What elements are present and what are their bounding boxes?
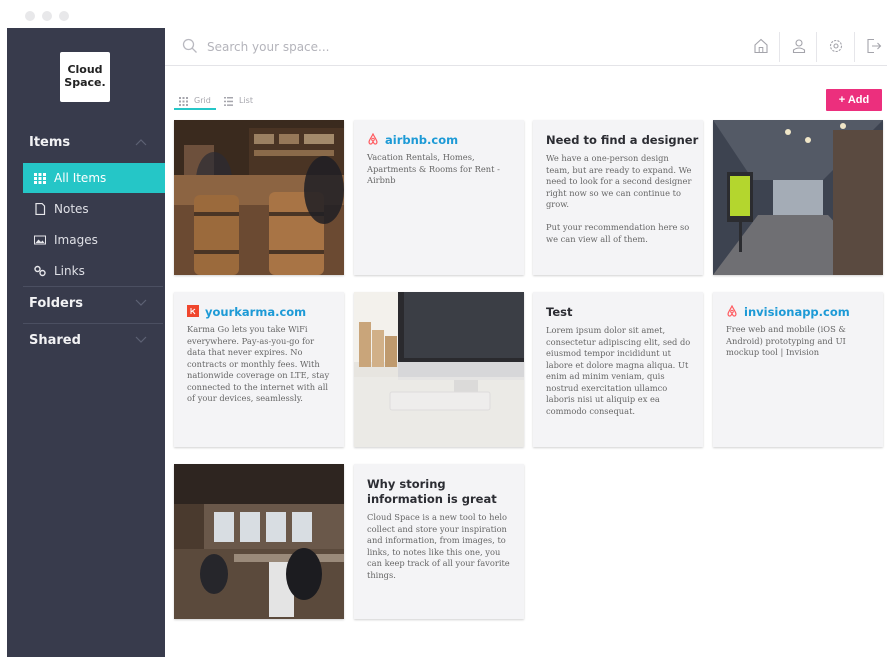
logo-line-2: Space. bbox=[64, 76, 106, 89]
settings-button[interactable] bbox=[817, 28, 855, 66]
note-icon bbox=[35, 203, 46, 215]
imac-desk-photo bbox=[354, 292, 524, 447]
sidebar-item-notes[interactable]: Notes bbox=[23, 194, 165, 224]
note-body: We have a one-person design team, but ar… bbox=[546, 153, 692, 244]
sidebar-item-label: All Items bbox=[54, 171, 107, 185]
list-view-toggle[interactable]: List bbox=[224, 94, 264, 110]
link-title[interactable]: invisionapp.com bbox=[744, 305, 850, 319]
image-card[interactable] bbox=[713, 120, 883, 275]
chevron-down-icon bbox=[135, 299, 147, 306]
sidebar-item-label: Images bbox=[54, 233, 98, 247]
sidebar-item-label: Notes bbox=[54, 202, 89, 216]
image-card[interactable] bbox=[174, 120, 344, 275]
yourkarma-icon bbox=[187, 305, 199, 317]
shared-section-label: Shared bbox=[29, 333, 81, 348]
note-card[interactable]: Why storing information is great Cloud S… bbox=[354, 464, 524, 619]
home-button[interactable] bbox=[742, 28, 780, 66]
add-button[interactable]: + Add bbox=[826, 89, 882, 111]
grid-view-label: Grid bbox=[194, 96, 211, 105]
list-icon bbox=[224, 97, 233, 106]
active-view-indicator bbox=[174, 108, 216, 110]
note-title: Why storing information is great bbox=[367, 477, 497, 506]
logout-button[interactable] bbox=[855, 28, 893, 66]
items-section-label: Items bbox=[29, 135, 71, 150]
note-card[interactable]: Test Lorem ipsum dolor sit amet, consect… bbox=[533, 292, 703, 447]
logout-icon bbox=[867, 38, 882, 54]
window-titlebar bbox=[0, 0, 894, 28]
link-title[interactable]: yourkarma.com bbox=[205, 305, 306, 319]
window-close-dot[interactable] bbox=[25, 11, 35, 21]
sidebar-item-all-items[interactable]: All Items bbox=[23, 163, 165, 193]
link-description: Vacation Rentals, Homes, Apartments & Ro… bbox=[367, 152, 503, 185]
image-card[interactable] bbox=[174, 464, 344, 619]
bar-photo bbox=[174, 120, 344, 275]
note-title: Test bbox=[546, 305, 573, 319]
gear-icon bbox=[829, 39, 843, 53]
sidebar-item-images[interactable]: Images bbox=[23, 225, 165, 255]
note-body: Lorem ipsum dolor sit amet, consectetur … bbox=[546, 325, 693, 416]
open-office-photo bbox=[174, 464, 344, 619]
image-card[interactable] bbox=[354, 292, 524, 447]
chevron-down-icon bbox=[135, 336, 147, 343]
note-title: Need to find a designer bbox=[546, 133, 699, 147]
grid-icon bbox=[34, 173, 46, 184]
window-minimize-dot[interactable] bbox=[42, 11, 52, 21]
image-icon bbox=[34, 235, 46, 245]
chevron-up-icon bbox=[135, 139, 147, 146]
app-logo[interactable]: Cloud Space. bbox=[60, 52, 110, 102]
search-input[interactable] bbox=[207, 36, 507, 58]
logo-line-1: Cloud bbox=[67, 63, 103, 76]
grid-icon bbox=[179, 97, 188, 106]
user-icon bbox=[792, 39, 806, 54]
link-card[interactable]: airbnb.com Vacation Rentals, Homes, Apar… bbox=[354, 120, 524, 275]
shared-section-header[interactable]: Shared bbox=[7, 324, 165, 360]
sidebar: Cloud Space. Items All Items Notes Image… bbox=[7, 28, 165, 657]
window-zoom-dot[interactable] bbox=[59, 11, 69, 21]
airbnb-icon bbox=[368, 133, 378, 145]
airbnb-icon bbox=[727, 305, 737, 317]
sidebar-item-label: Links bbox=[54, 264, 85, 278]
link-description: Karma Go lets you take WiFi everywhere. … bbox=[187, 324, 332, 403]
items-section-header[interactable]: Items bbox=[7, 126, 165, 162]
profile-button[interactable] bbox=[780, 28, 818, 66]
note-card[interactable]: Need to find a designer We have a one-pe… bbox=[533, 120, 703, 275]
link-description: Free web and mobile (iOS & Android) prot… bbox=[726, 324, 849, 357]
home-icon bbox=[754, 38, 768, 54]
search-icon bbox=[182, 38, 197, 53]
top-bar bbox=[165, 28, 887, 66]
note-body: Cloud Space is a new tool to helo collec… bbox=[367, 512, 513, 580]
link-icon bbox=[34, 265, 46, 277]
folders-section-header[interactable]: Folders bbox=[7, 287, 165, 323]
sidebar-item-links[interactable]: Links bbox=[23, 256, 165, 286]
link-title[interactable]: airbnb.com bbox=[385, 133, 458, 147]
office-hallway-photo bbox=[713, 120, 883, 275]
list-view-label: List bbox=[239, 96, 253, 105]
folders-section-label: Folders bbox=[29, 296, 84, 311]
link-card[interactable]: invisionapp.com Free web and mobile (iOS… bbox=[713, 292, 883, 447]
link-card[interactable]: yourkarma.com Karma Go lets you take WiF… bbox=[174, 292, 344, 447]
